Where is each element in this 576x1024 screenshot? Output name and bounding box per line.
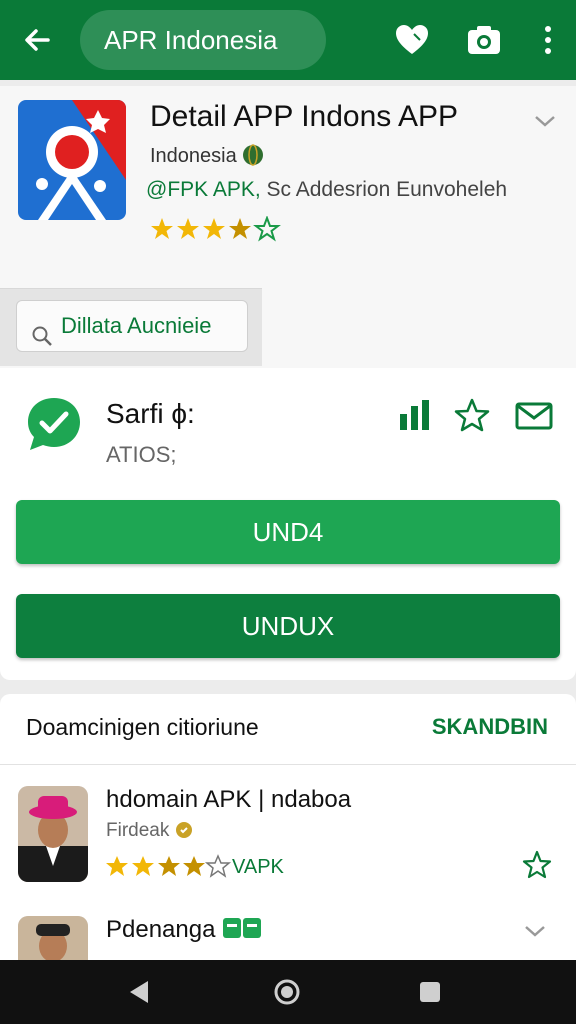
developer-line: @FPK APK, Sc Addesrion Eunvoheleh bbox=[146, 178, 507, 202]
back-triangle-icon[interactable] bbox=[124, 976, 156, 1008]
app-name: Detail APP Indons APP bbox=[150, 100, 458, 133]
developer-text: Sc Addesrion Eunvoheleh bbox=[266, 178, 508, 201]
list-item-badge: VAPK bbox=[232, 856, 284, 878]
home-circle-icon[interactable] bbox=[271, 976, 303, 1008]
camera-icon[interactable] bbox=[464, 20, 504, 60]
mail-icon[interactable] bbox=[514, 396, 554, 436]
heart-icon[interactable] bbox=[392, 20, 432, 60]
app-subtitle: Indonesia bbox=[150, 144, 264, 168]
favorite-star-icon[interactable] bbox=[522, 850, 552, 885]
search-button-label: Dillata Aucnieie bbox=[61, 313, 212, 338]
search-button[interactable]: Dillata Aucnieie bbox=[16, 300, 248, 352]
tag-icon bbox=[222, 916, 262, 943]
list-item-subtitle: Firdeak bbox=[106, 820, 193, 842]
more-vert-icon[interactable] bbox=[528, 20, 568, 60]
developer-label[interactable]: @FPK APK, bbox=[146, 178, 261, 201]
globe-icon bbox=[242, 144, 264, 167]
chat-check-icon bbox=[24, 394, 84, 454]
card-subtitle: ATIOS; bbox=[106, 442, 177, 467]
recents-square-icon[interactable] bbox=[414, 976, 446, 1008]
app-rating-stars bbox=[150, 215, 290, 249]
list-item-title[interactable]: hdomain APK | ndaboa bbox=[106, 786, 351, 814]
list-section: Doamcinigen citioriune SKANDBIN hdomain … bbox=[0, 694, 576, 976]
bar-chart-icon[interactable] bbox=[396, 396, 436, 436]
section-title: Doamcinigen citioriune bbox=[26, 714, 259, 740]
star-outline-icon[interactable] bbox=[452, 396, 492, 436]
list-item-rating bbox=[106, 854, 246, 885]
section-link[interactable]: SKANDBIN bbox=[432, 714, 548, 740]
chevron-down-icon[interactable] bbox=[530, 106, 560, 141]
chevron-down-icon[interactable] bbox=[520, 916, 550, 951]
app-icon[interactable] bbox=[18, 100, 126, 220]
back-arrow-icon[interactable] bbox=[18, 20, 58, 60]
top-app-bar: APR Indonesia bbox=[0, 0, 576, 80]
title-pill[interactable]: APR Indonesia bbox=[80, 10, 326, 70]
avatar[interactable] bbox=[18, 786, 88, 882]
secondary-button[interactable]: UNDUX bbox=[16, 594, 560, 658]
card-title: Sarfi ϕ: bbox=[106, 398, 195, 429]
system-nav-bar bbox=[0, 960, 576, 1024]
action-card: Sarfi ϕ: ATIOS; UND4 UNDUX bbox=[0, 368, 576, 680]
divider bbox=[0, 764, 576, 765]
list-item-title[interactable]: Pdenanga bbox=[106, 916, 262, 944]
search-icon bbox=[31, 315, 53, 365]
primary-button[interactable]: UND4 bbox=[16, 500, 560, 564]
badge-icon bbox=[175, 820, 193, 841]
